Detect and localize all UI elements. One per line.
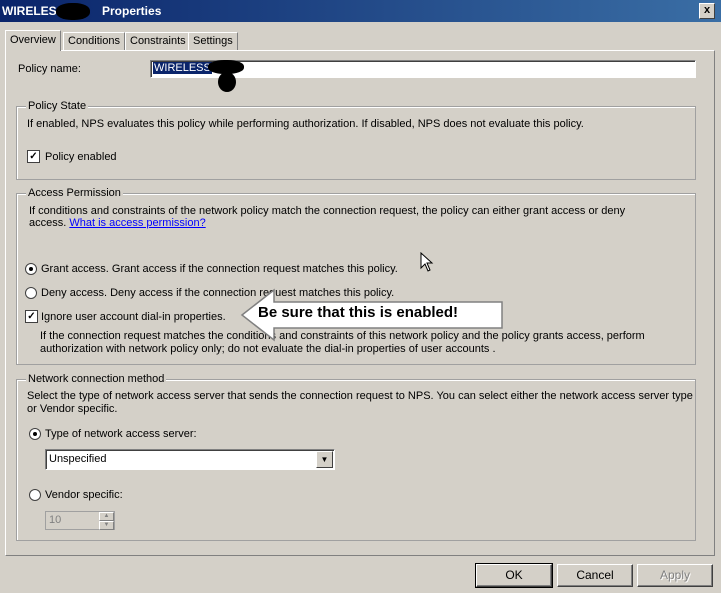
ignore-dialin-label: Ignore user account dial-in properties. <box>41 311 226 323</box>
mouse-pointer-icon <box>420 252 434 272</box>
window-title-suffix: Properties <box>98 4 162 18</box>
callout-text: Be sure that this is enabled! <box>258 304 459 321</box>
policy-state-description: If enabled, NPS evaluates this policy wh… <box>27 118 584 130</box>
access-permission-help-link[interactable]: What is access permission? <box>69 217 205 229</box>
redaction-mark <box>218 72 236 92</box>
tab-label: Constraints <box>130 35 186 47</box>
tab-conditions[interactable]: Conditions <box>63 32 125 50</box>
cancel-button[interactable]: Cancel <box>557 564 633 587</box>
ignore-dialin-checkbox[interactable]: ✓ <box>25 310 38 323</box>
redaction-mark <box>56 3 90 20</box>
tab-label: Overview <box>10 34 56 46</box>
grant-access-radio[interactable] <box>25 263 37 275</box>
spin-up-icon[interactable]: ▲ <box>99 512 114 521</box>
access-permission-description-2: access. What is access permission? <box>29 217 206 229</box>
close-button[interactable]: x <box>699 3 715 19</box>
network-connection-description-2: or Vendor specific. <box>27 403 118 415</box>
server-type-select[interactable]: Unspecified ▼ <box>45 449 335 470</box>
tab-label: Settings <box>193 35 233 47</box>
type-of-server-radio[interactable] <box>29 428 41 440</box>
vendor-specific-label: Vendor specific: <box>45 489 123 501</box>
spin-down-icon[interactable]: ▼ <box>99 521 114 530</box>
tab-settings[interactable]: Settings <box>188 32 238 50</box>
tab-overview[interactable]: Overview <box>5 30 61 51</box>
network-connection-legend: Network connection method <box>26 373 167 385</box>
policy-state-legend: Policy State <box>26 100 89 112</box>
access-permission-legend: Access Permission <box>26 187 123 199</box>
policy-name-label: Policy name: <box>18 63 81 75</box>
ignore-dialin-description-2: authorization with network policy only; … <box>40 343 496 355</box>
close-icon: x <box>703 4 711 16</box>
chevron-down-icon[interactable]: ▼ <box>316 451 333 468</box>
access-permission-description: If conditions and constraints of the net… <box>29 205 626 217</box>
network-connection-description: Select the type of network access server… <box>27 390 693 402</box>
access-text: access. <box>29 217 67 229</box>
policy-enabled-checkbox[interactable]: ✓ <box>27 150 40 163</box>
vendor-specific-stepper[interactable]: 10 ▲ ▼ <box>45 511 115 530</box>
tab-label: Conditions <box>68 35 120 47</box>
server-type-value: Unspecified <box>49 453 107 465</box>
policy-enabled-label: Policy enabled <box>45 151 117 163</box>
deny-access-radio[interactable] <box>25 287 37 299</box>
title-bar: WIRELESS Properties x <box>0 0 721 22</box>
vendor-specific-value: 10 <box>49 514 62 526</box>
apply-button[interactable]: Apply <box>637 564 713 587</box>
tab-constraints[interactable]: Constraints <box>125 32 191 50</box>
grant-access-label: Grant access. Grant access if the connec… <box>41 263 398 275</box>
policy-name-value: WIRELESS <box>153 62 212 74</box>
ok-button[interactable]: OK <box>475 563 553 588</box>
vendor-specific-radio[interactable] <box>29 489 41 501</box>
type-of-server-label: Type of network access server: <box>45 428 197 440</box>
